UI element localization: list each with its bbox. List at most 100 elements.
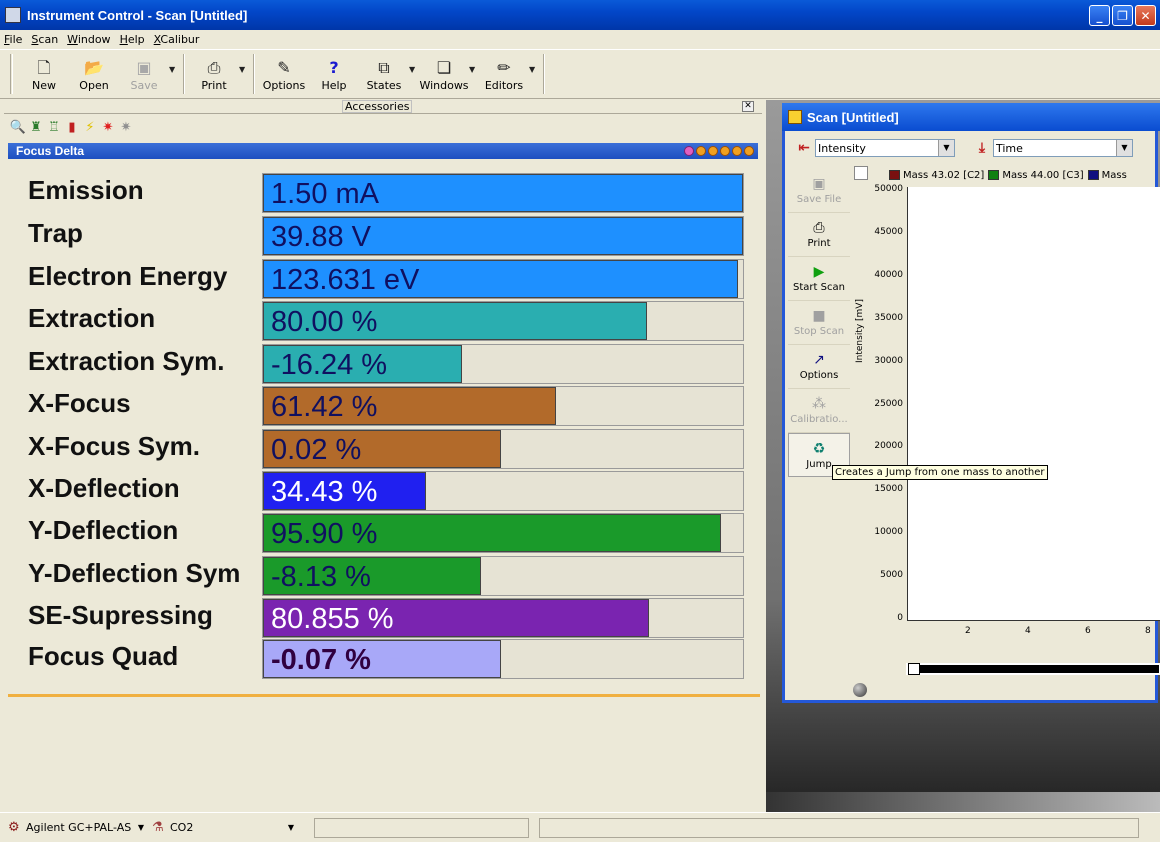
y-axis-arrow-icon: ⇤ xyxy=(798,140,810,156)
menu-help[interactable]: Help xyxy=(120,33,145,46)
printer-icon: ⎙ xyxy=(813,220,825,236)
focus-row-slider[interactable]: 0.02 % xyxy=(262,429,744,469)
editors-label: Editors xyxy=(484,78,524,92)
panel-control-icon[interactable] xyxy=(720,146,730,156)
new-button[interactable]: 🗋 New xyxy=(19,52,69,96)
y-axis-value: Intensity xyxy=(818,141,866,155)
accessories-icon-bar: 🔍 ♜ ♖ ▮ ⚡ ✷ ✷ xyxy=(4,114,762,140)
accessories-close-button[interactable]: ✕ xyxy=(742,101,754,112)
accessories-title: Accessories xyxy=(342,100,413,113)
toolbar-separator xyxy=(183,54,185,94)
magnifier-icon[interactable]: 🔍 xyxy=(10,119,26,135)
focus-row: Trap 39.88 V xyxy=(8,214,748,256)
stop-scan-button[interactable]: ■ Stop Scan xyxy=(788,301,850,345)
print-dropdown[interactable]: ▼ xyxy=(239,65,249,74)
plot-scrollbar[interactable] xyxy=(906,663,1160,675)
focus-row-slider[interactable]: -0.07 % xyxy=(262,639,744,679)
legend-checkbox[interactable] xyxy=(854,166,868,180)
x-axis-value: Time xyxy=(996,141,1023,155)
focus-row-slider[interactable]: 1.50 mA xyxy=(262,173,744,213)
scan-window-icon xyxy=(788,110,802,124)
restore-button[interactable]: ❐ xyxy=(1112,5,1133,26)
plot-area[interactable] xyxy=(907,187,1160,621)
app-icon xyxy=(5,7,21,23)
start-scan-button[interactable]: ▶ Start Scan xyxy=(788,257,850,301)
menu-file[interactable]: File xyxy=(4,33,22,46)
chevron-down-icon[interactable]: ▼ xyxy=(938,140,954,156)
tune-icon[interactable]: ♜ xyxy=(28,119,44,135)
open-button[interactable]: 📂 Open xyxy=(69,52,119,96)
focus-row: Y-Deflection 95.90 % xyxy=(8,511,748,553)
focus-row-label: Trap xyxy=(28,218,83,248)
focus-row-slider[interactable]: 95.90 % xyxy=(262,513,744,553)
calibration-button[interactable]: ⁂ Calibratio... xyxy=(788,389,850,433)
editors-button[interactable]: ✏ Editors xyxy=(479,52,529,96)
x-axis-arrow-icon: ⤓ xyxy=(978,140,986,156)
x-tick-label: 4 xyxy=(1025,626,1031,636)
open-folder-icon: 📂 xyxy=(84,57,104,77)
focus-row-slider[interactable]: 39.88 V xyxy=(262,216,744,256)
toolbar-grip[interactable] xyxy=(10,54,13,94)
help-button[interactable]: ? Help xyxy=(309,52,359,96)
y-tick-label: 10000 xyxy=(874,527,903,538)
y-tick-label: 0 xyxy=(897,613,903,623)
chevron-down-icon[interactable]: ▼ xyxy=(134,823,148,832)
lightning-icon[interactable]: ⚡ xyxy=(82,119,98,135)
focus-bars-icon[interactable]: ▮ xyxy=(64,119,80,135)
windows-button[interactable]: ❏ Windows xyxy=(419,52,469,96)
chevron-down-icon[interactable]: ▼ xyxy=(1116,140,1132,156)
scrollbar-thumb[interactable] xyxy=(908,663,920,675)
save-file-button[interactable]: ▣ Save File xyxy=(788,169,850,213)
toolbar-separator xyxy=(543,54,545,94)
focus-row-slider[interactable]: 61.42 % xyxy=(262,386,744,426)
panel-control-icon[interactable] xyxy=(684,146,694,156)
print-button[interactable]: ⎙ Print xyxy=(189,52,239,96)
menu-xcalibur[interactable]: XCalibur xyxy=(154,33,200,46)
focus-row-slider[interactable]: 34.43 % xyxy=(262,471,744,511)
help-icon: ? xyxy=(329,57,339,77)
instrument-combo[interactable]: Agilent GC+PAL-AS ▼ xyxy=(26,819,148,837)
legend-swatch xyxy=(988,170,1000,180)
focus-row: Extraction Sym. -16.24 % xyxy=(8,342,748,384)
focus-row-slider[interactable]: 80.00 % xyxy=(262,301,744,341)
windows-dropdown[interactable]: ▼ xyxy=(469,65,479,74)
close-button[interactable]: ✕ xyxy=(1135,5,1156,26)
red-star-icon[interactable]: ✷ xyxy=(100,119,116,135)
focus-row-value: 34.43 % xyxy=(271,476,378,508)
chevron-down-icon[interactable]: ▼ xyxy=(284,823,298,832)
focus-row-slider[interactable]: 80.855 % xyxy=(262,598,744,638)
panel-control-icon[interactable] xyxy=(744,146,754,156)
focus-row-label: Y-Deflection Sym xyxy=(28,558,241,588)
focus-row-value: 123.631 eV xyxy=(271,264,420,296)
source-icon[interactable]: ♖ xyxy=(46,119,62,135)
focus-row-slider[interactable]: -8.13 % xyxy=(262,556,744,596)
save-icon: ▣ xyxy=(812,176,826,192)
save-button[interactable]: ▣ Save xyxy=(119,52,169,96)
focus-row-slider[interactable]: 123.631 eV xyxy=(262,259,744,299)
save-dropdown[interactable]: ▼ xyxy=(169,65,179,74)
states-button[interactable]: ⧉ States xyxy=(359,52,409,96)
scan-options-button[interactable]: ↗ Options xyxy=(788,345,850,389)
gas-combo[interactable]: CO2 ▼ xyxy=(170,819,300,837)
legend-entry: Mass 44.00 [C3] xyxy=(1002,169,1084,181)
focus-row-label: Focus Quad xyxy=(28,641,179,671)
panel-control-icon[interactable] xyxy=(732,146,742,156)
editors-dropdown[interactable]: ▼ xyxy=(529,65,539,74)
x-axis-combo[interactable]: Time ▼ xyxy=(993,139,1133,157)
focus-row: X-Deflection 34.43 % xyxy=(8,469,748,511)
menu-scan[interactable]: Scan xyxy=(31,33,58,46)
panel-control-icon[interactable] xyxy=(708,146,718,156)
y-axis-combo[interactable]: Intensity ▼ xyxy=(815,139,955,157)
y-tick-label: 30000 xyxy=(874,355,903,366)
accessories-panel: Accessories ✕ 🔍 ♜ ♖ ▮ ⚡ ✷ ✷ Focus Delta … xyxy=(4,100,762,810)
scan-print-button[interactable]: ⎙ Print xyxy=(788,213,850,257)
minimize-button[interactable]: _ xyxy=(1089,5,1110,26)
options-button[interactable]: ✎ Options xyxy=(259,52,309,96)
scan-window: Scan [Untitled] ⇤ Intensity ▼ ⤓ Time ▼ ▣… xyxy=(782,103,1160,703)
focus-row-value: -16.24 % xyxy=(271,349,388,381)
gray-star-icon[interactable]: ✷ xyxy=(118,119,134,135)
panel-control-icon[interactable] xyxy=(696,146,706,156)
focus-row-slider[interactable]: -16.24 % xyxy=(262,344,744,384)
menu-window[interactable]: Window xyxy=(67,33,110,46)
states-dropdown[interactable]: ▼ xyxy=(409,65,419,74)
